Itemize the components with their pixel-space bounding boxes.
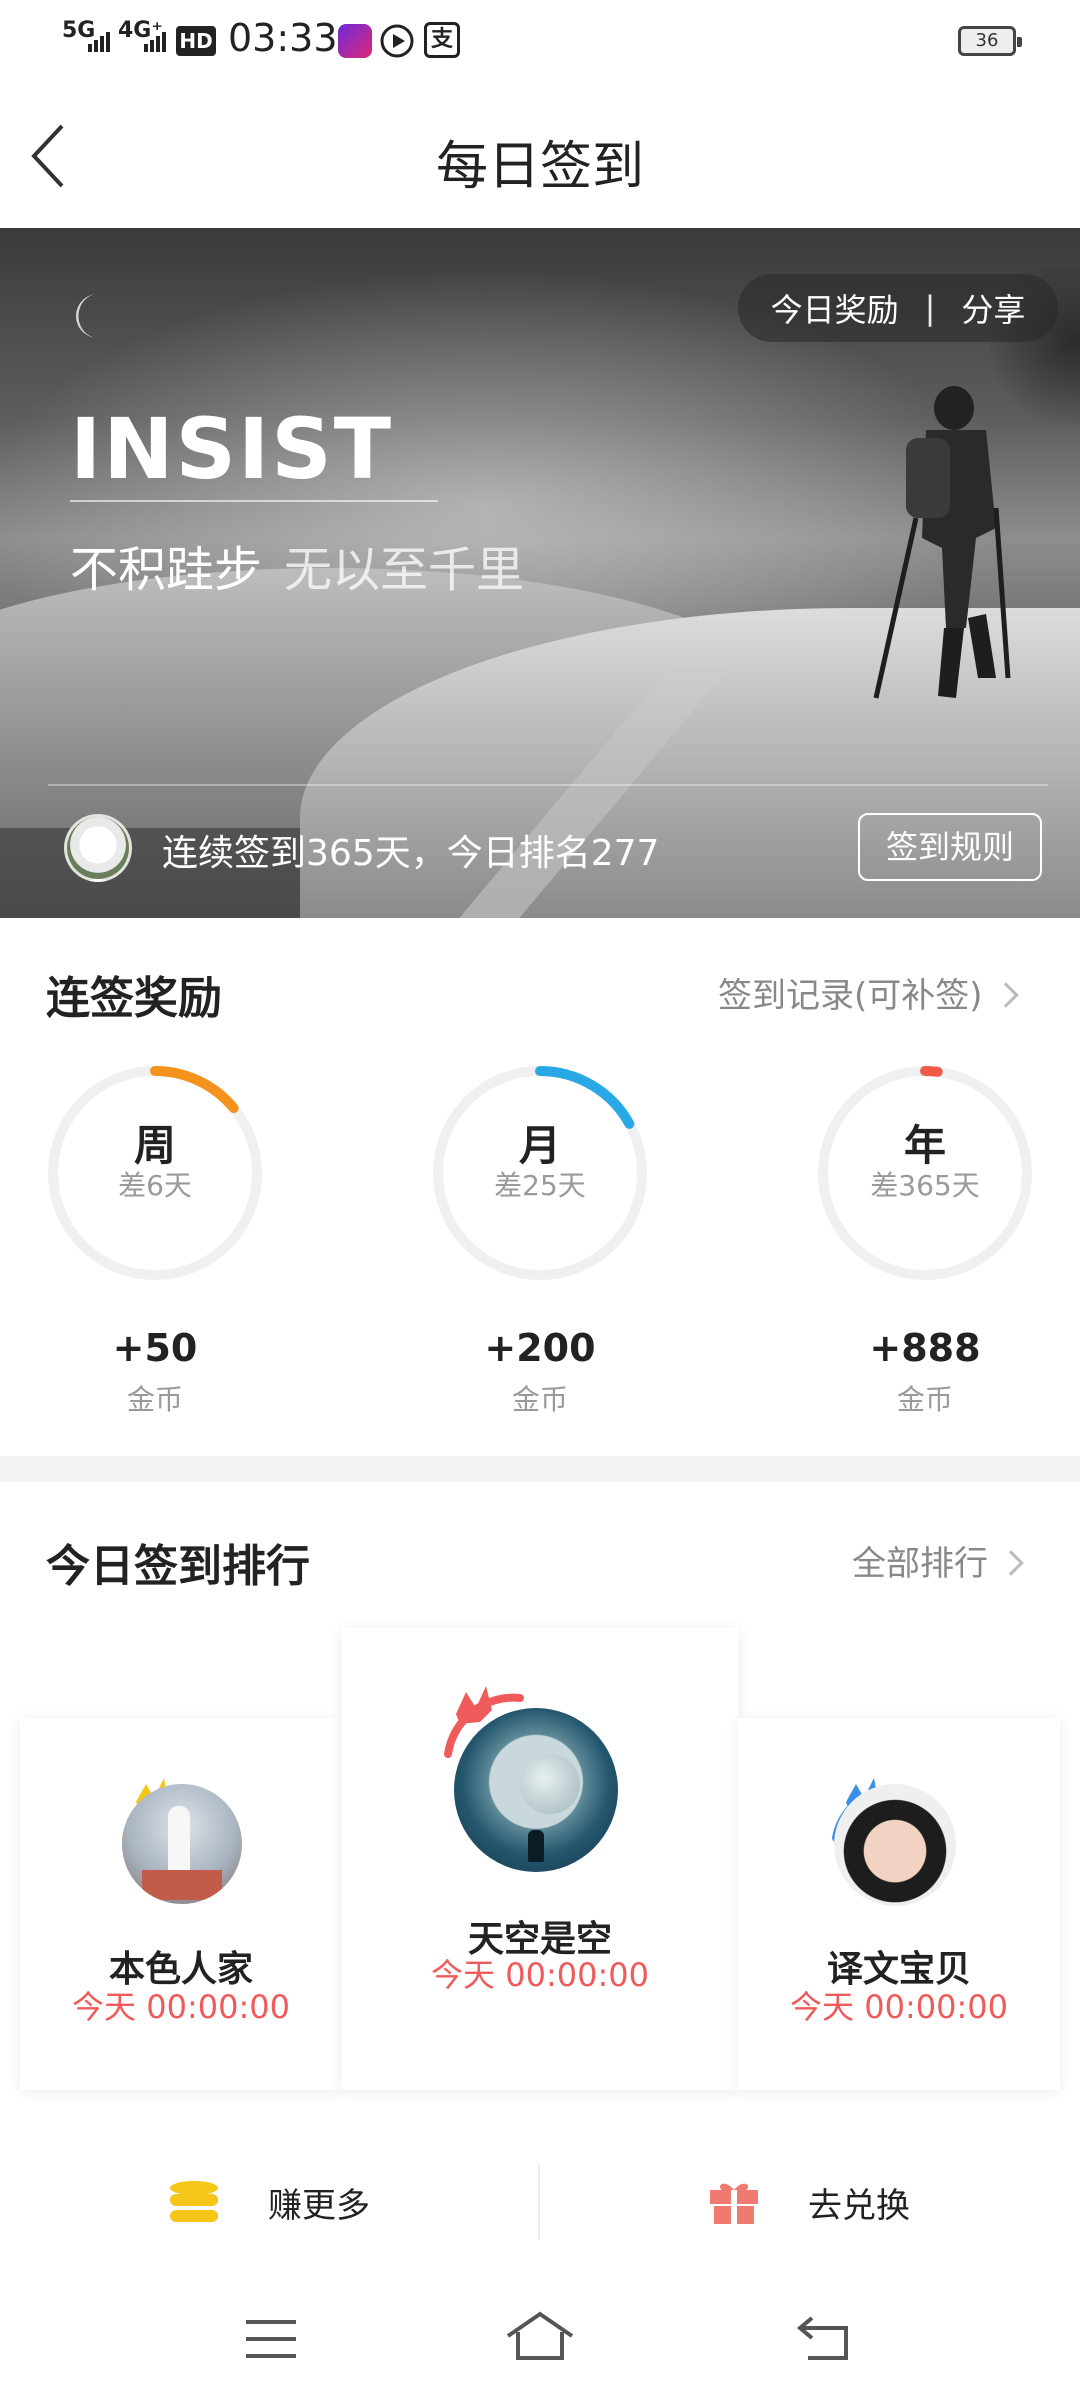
chevron-right-icon — [998, 1549, 1024, 1576]
crescent-moon-icon — [76, 294, 98, 338]
status-bar: 5G 4G⁺ HD 03:33 支 36 — [0, 0, 1080, 80]
signal-bars-icon — [88, 32, 110, 52]
share-link[interactable]: 分享 — [961, 285, 1025, 331]
home-icon[interactable] — [504, 2310, 576, 2366]
video-app-icon — [338, 24, 372, 58]
section-divider — [0, 1456, 1080, 1482]
today-reward-link[interactable]: 今日奖励 — [771, 285, 899, 331]
all-ranking-link[interactable]: 全部排行 — [852, 1536, 1024, 1585]
reward-unit: 金币 — [511, 1383, 568, 1416]
banner-motto: 不积跬步 无以至千里 — [70, 530, 524, 600]
reward-amount: +888 — [869, 1326, 981, 1370]
earn-more-button[interactable]: 赚更多 — [168, 2118, 468, 2286]
progress-arc — [920, 1066, 943, 1077]
user-avatar — [122, 1784, 242, 1904]
chevron-right-icon — [992, 981, 1019, 1008]
battery-indicator: 36 — [958, 26, 1022, 56]
days-remaining: 差25天 — [494, 1169, 586, 1202]
avatar-moon — [520, 1754, 580, 1814]
signin-banner: 今日奖励 | 分享 INSIST 不积跬步 无以至千里 连续签到365天，今日排名… — [0, 228, 1080, 918]
hiker-silhouette-icon — [873, 386, 1011, 699]
play-app-icon — [380, 24, 414, 58]
hd-badge: HD — [176, 26, 216, 56]
motto-sub: 无以至千里 — [284, 542, 525, 598]
avatar-cat — [528, 1830, 544, 1862]
banner-divider — [48, 784, 1048, 786]
rank-card-first[interactable]: 天空是空 今天 00:00:00 — [342, 1628, 738, 2090]
rank-card-second[interactable]: 本色人家 今天 00:00:00 — [20, 1718, 342, 2090]
earn-more-label: 赚更多 — [268, 2185, 370, 2226]
gift-icon — [710, 2183, 758, 2224]
avatar-floor — [142, 1870, 222, 1900]
top-nav-bar: 每日签到 — [0, 80, 1080, 228]
clock: 03:33 — [228, 16, 338, 60]
reward-amount: +50 — [112, 1326, 198, 1370]
ranking-title: 今日签到排行 — [46, 1541, 310, 1592]
user-avatar[interactable] — [64, 814, 132, 882]
reward-unit: 金币 — [896, 1383, 953, 1416]
back-icon[interactable] — [796, 2314, 852, 2364]
menu-icon[interactable] — [244, 2314, 298, 2364]
all-ranking-label: 全部排行 — [852, 1544, 988, 1584]
motto-main: 不积跬步 — [70, 542, 263, 598]
alipay-icon: 支 — [424, 22, 460, 58]
user-avatar — [454, 1708, 618, 1872]
signal-bars-icon — [144, 32, 166, 52]
streak-summary: 连续签到365天，今日排名277 — [162, 833, 660, 874]
pill-separator: | — [924, 289, 936, 327]
redeem-button[interactable]: 去兑换 — [708, 2118, 1008, 2286]
banner-headline: INSIST — [70, 400, 394, 498]
streak-rewards-title: 连签奖励 — [46, 973, 222, 1024]
rank-card-third[interactable]: 译文宝贝 今天 00:00:00 — [738, 1718, 1060, 2090]
signin-records-link[interactable]: 签到记录(可补签) — [718, 968, 1019, 1017]
coins-icon — [170, 2181, 218, 2222]
rank-signin-time: 今天 00:00:00 — [431, 1956, 649, 1994]
headline-underline — [70, 500, 438, 502]
bottom-action-bar: 赚更多 去兑换 — [0, 2118, 1080, 2286]
signin-records-label: 签到记录(可补签) — [718, 976, 983, 1016]
reward-amount: +200 — [484, 1326, 596, 1370]
redeem-label: 去兑换 — [808, 2185, 910, 2226]
days-remaining: 差365天 — [870, 1169, 980, 1202]
page-title: 每日签到 — [435, 137, 644, 197]
rank-signin-time: 今天 00:00:00 — [72, 1988, 290, 2026]
reward-share-pill: 今日奖励 | 分享 — [738, 274, 1058, 342]
user-avatar — [834, 1784, 956, 1906]
rank-signin-time: 今天 00:00:00 — [790, 1988, 1008, 2026]
progress-arc — [150, 1066, 239, 1113]
system-nav-bar — [0, 2286, 1080, 2400]
reward-unit: 金币 — [126, 1383, 183, 1416]
action-divider — [538, 2164, 540, 2240]
days-remaining: 差6天 — [118, 1169, 192, 1202]
signin-rules-button[interactable]: 签到规则 — [858, 813, 1042, 881]
